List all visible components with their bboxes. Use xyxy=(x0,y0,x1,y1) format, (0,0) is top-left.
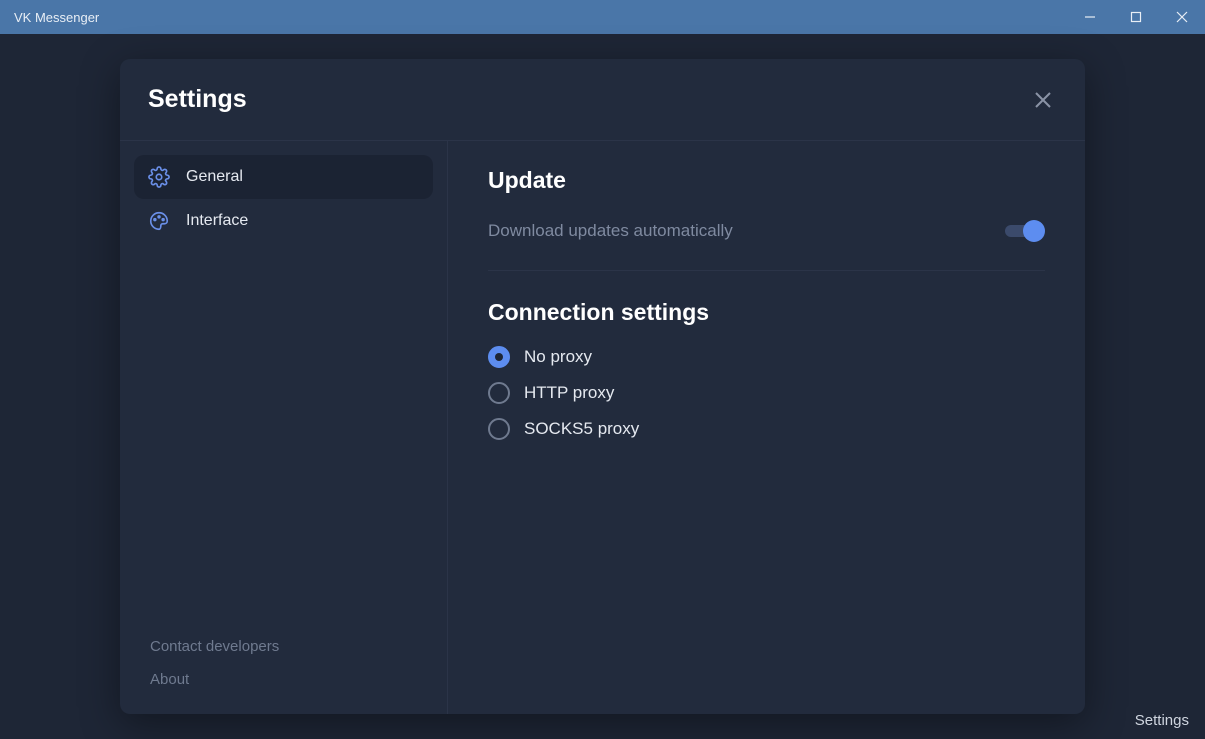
statusbar-label[interactable]: Settings xyxy=(1135,712,1189,729)
divider xyxy=(488,270,1045,271)
dialog-close-button[interactable] xyxy=(1029,86,1057,114)
window-maximize-button[interactable] xyxy=(1113,0,1159,34)
window-minimize-button[interactable] xyxy=(1067,0,1113,34)
auto-update-label: Download updates automatically xyxy=(488,221,733,241)
window-close-button[interactable] xyxy=(1159,0,1205,34)
sidebar-item-label: General xyxy=(186,168,243,186)
radio-label: SOCKS5 proxy xyxy=(524,419,639,439)
section-title-update: Update xyxy=(488,167,1045,194)
proxy-options: No proxy HTTP proxy SOCKS5 proxy xyxy=(488,346,1045,440)
sidebar-item-interface[interactable]: Interface xyxy=(134,199,433,243)
auto-update-toggle[interactable] xyxy=(1005,220,1045,242)
maximize-icon xyxy=(1130,11,1142,23)
gear-icon xyxy=(148,166,170,188)
section-title-connection: Connection settings xyxy=(488,299,1045,326)
radio-socks5-proxy[interactable]: SOCKS5 proxy xyxy=(488,418,1045,440)
about-link[interactable]: About xyxy=(134,663,433,696)
sidebar-item-general[interactable]: General xyxy=(134,155,433,199)
minimize-icon xyxy=(1084,11,1096,23)
dialog-body: General Interface Contact developers Abo… xyxy=(120,141,1085,714)
radio-http-proxy[interactable]: HTTP proxy xyxy=(488,382,1045,404)
settings-content: Update Download updates automatically Co… xyxy=(448,141,1085,714)
radio-indicator xyxy=(488,346,510,368)
close-icon xyxy=(1034,91,1052,109)
app-stage: Settings General xyxy=(0,34,1205,739)
radio-indicator xyxy=(488,382,510,404)
radio-label: HTTP proxy xyxy=(524,383,614,403)
dialog-title: Settings xyxy=(148,85,1029,114)
radio-indicator xyxy=(488,418,510,440)
window-title: VK Messenger xyxy=(0,10,99,25)
settings-dialog: Settings General xyxy=(120,59,1085,714)
dialog-header: Settings xyxy=(120,59,1085,141)
radio-label: No proxy xyxy=(524,347,592,367)
settings-sidebar: General Interface Contact developers Abo… xyxy=(120,141,448,714)
toggle-knob xyxy=(1023,220,1045,242)
window-titlebar: VK Messenger xyxy=(0,0,1205,34)
row-auto-update: Download updates automatically xyxy=(488,214,1045,264)
sidebar-item-label: Interface xyxy=(186,212,248,230)
radio-no-proxy[interactable]: No proxy xyxy=(488,346,1045,368)
palette-icon xyxy=(148,210,170,232)
close-icon xyxy=(1176,11,1188,23)
contact-developers-link[interactable]: Contact developers xyxy=(134,630,433,663)
